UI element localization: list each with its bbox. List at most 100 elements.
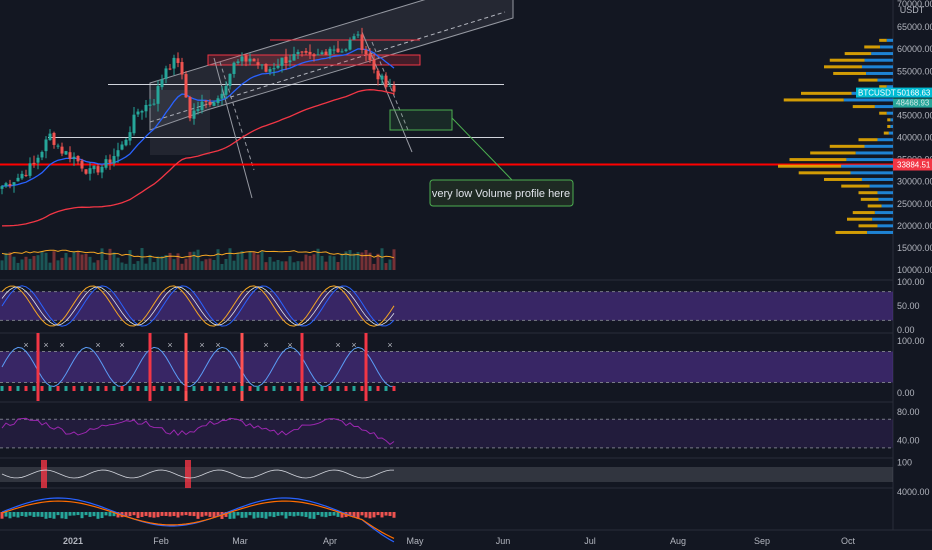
volume-bar [116, 257, 120, 270]
candle-body [36, 157, 40, 163]
volume-bar [152, 262, 156, 270]
volume-profile-bar [829, 144, 865, 148]
candle-body [196, 109, 200, 111]
candle-body [328, 48, 332, 56]
signal-bar [336, 386, 340, 391]
macd-histogram-bar [152, 512, 156, 518]
candle-body [44, 139, 48, 152]
candle-body [304, 50, 308, 53]
volume-profile-bar [824, 177, 862, 181]
signal-bar [144, 386, 148, 391]
signal-bar [64, 386, 68, 391]
volume-bar [296, 261, 300, 270]
candle-body [388, 85, 392, 87]
candle-body [252, 58, 256, 62]
volume-bar [12, 256, 16, 270]
macd-histogram-bar [32, 512, 36, 517]
price-axis-tick: 40000.00 [897, 133, 932, 143]
signal-bar [56, 386, 60, 391]
macd-histogram-bar [268, 512, 272, 517]
cross-marker: × [23, 340, 28, 350]
candle-body [96, 166, 100, 173]
cross-marker: × [387, 340, 392, 350]
oscillator-4-spike [185, 460, 191, 488]
signal-bar [88, 386, 92, 391]
macd-histogram-bar [324, 512, 328, 518]
price-axis-tick: 45000.00 [897, 110, 932, 120]
volume-profile-bar [810, 151, 856, 155]
macd-histogram-bar [300, 512, 304, 517]
volume-bar [388, 259, 392, 270]
signal-bar [352, 386, 356, 391]
candle-body [48, 133, 52, 141]
macd-histogram-bar [384, 512, 388, 516]
volume-bar [332, 256, 336, 270]
signal-bar [272, 386, 276, 391]
signal-bar [328, 386, 332, 391]
volume-profile-bar [855, 151, 893, 155]
volume-bar [140, 248, 144, 270]
volume-profile-bar [833, 71, 867, 75]
oscillator-band [0, 351, 893, 383]
candle-body [360, 34, 364, 50]
signal-bar [360, 386, 364, 391]
signal-bar [232, 386, 236, 391]
volume-bar [304, 254, 308, 270]
macd-histogram-bar [68, 512, 72, 516]
signal-bar [184, 386, 188, 391]
annotation-connector [451, 117, 513, 181]
macd-histogram-bar [316, 512, 320, 516]
volume-bar [120, 262, 124, 270]
signal-bar [376, 386, 380, 391]
trading-chart[interactable]: very low Volume profile here USDT 70000.00… [0, 0, 932, 550]
volume-bar [328, 255, 332, 270]
candle-body [324, 51, 328, 55]
volume-profile-bar [877, 224, 893, 228]
candle-body [184, 74, 188, 98]
volume-profile-bar [864, 144, 893, 148]
candle-body [136, 111, 140, 115]
cross-marker: × [263, 340, 268, 350]
volume-bar [180, 263, 184, 270]
signal-bar [192, 386, 196, 391]
candle-body [284, 56, 288, 64]
volume-profile-bar [880, 45, 893, 49]
candle-body [8, 184, 12, 186]
macd-histogram-bar [208, 512, 212, 517]
volume-bar [96, 260, 100, 270]
candle-body [224, 85, 228, 95]
signal-bar [200, 386, 204, 391]
candle-body [372, 59, 376, 70]
oscillator-axis-tick: 0.00 [897, 325, 915, 335]
volume-profile-bar [886, 38, 893, 42]
signal-spike [148, 333, 152, 401]
volume-bar [260, 251, 264, 270]
candle-body [288, 60, 292, 63]
macd-histogram-bar [8, 512, 12, 519]
volume-profile-bar [852, 211, 875, 215]
candle-body [60, 146, 64, 154]
candle-body [364, 50, 368, 55]
signal-bar [72, 386, 76, 391]
cross-marker: × [59, 340, 64, 350]
annotation-text: very low Volume profile here [432, 188, 570, 200]
macd-histogram-bar [320, 512, 324, 517]
cross-marker: × [335, 340, 340, 350]
volume-bar [236, 252, 240, 270]
candle-body [56, 145, 60, 147]
macd-histogram-bar [360, 512, 364, 516]
volume-bar [232, 260, 236, 270]
volume-bar [76, 251, 80, 270]
signal-bar [368, 386, 372, 391]
price-axis-tick: 70000.00 [897, 0, 932, 9]
cross-marker: × [351, 340, 356, 350]
macd-histogram-bar [380, 512, 384, 518]
macd-histogram-bar [16, 512, 20, 518]
volume-profile-bar [841, 164, 893, 168]
annotation-target-box [389, 109, 453, 131]
candle-body [300, 51, 304, 53]
chart-canvas[interactable]: very low Volume profile hereUSDT70000.00… [0, 0, 932, 550]
volume-profile-bar [844, 52, 872, 56]
signal-bar [24, 386, 28, 391]
oscillator-axis-tick: 100.00 [897, 277, 925, 287]
